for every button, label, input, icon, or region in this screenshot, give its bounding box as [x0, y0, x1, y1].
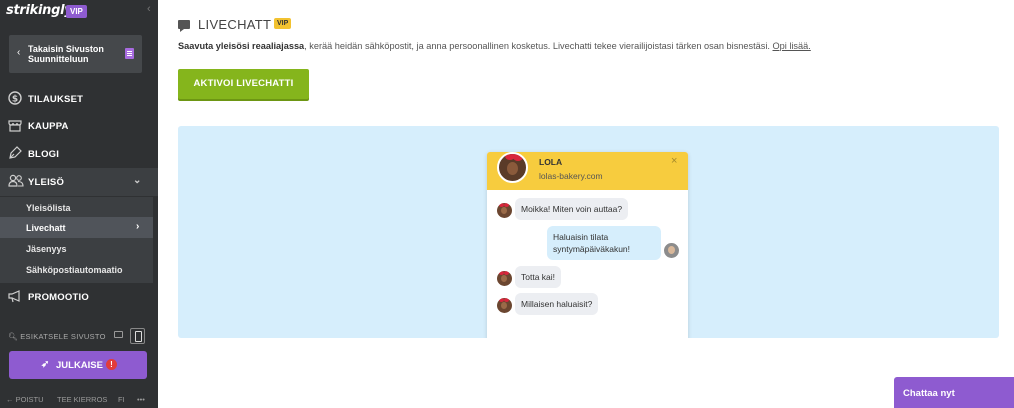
- language-selector[interactable]: FI: [118, 395, 125, 404]
- desktop-preview-icon[interactable]: [114, 331, 123, 338]
- preview-site-text: ESIKATSELE SIVUSTO: [20, 332, 106, 341]
- sidebar-item-email-automation[interactable]: Sähköpostiautomaatio: [0, 259, 153, 280]
- exit-link[interactable]: ← POISTU: [6, 395, 44, 404]
- chat-now-label: Chattaa nyt: [903, 388, 955, 399]
- chevron-down-icon: ⌄: [133, 175, 142, 186]
- chat-message: Millaisen haluaisit?: [515, 293, 599, 315]
- people-icon: [8, 174, 24, 188]
- activate-livechat-button[interactable]: AKTIVOI LIVECHATTI: [178, 69, 309, 99]
- sidebar-item-livechat[interactable]: Livechatt ›: [0, 217, 153, 238]
- nav-item-orders[interactable]: $ TILAUKSET: [0, 85, 158, 113]
- agent-avatar-small: [497, 203, 512, 218]
- learn-more-link[interactable]: Opi lisää.: [773, 41, 811, 51]
- preview-site-row: 🔍︎ ESIKATSELE SIVUSTO: [0, 327, 158, 345]
- page-document-icon: [125, 48, 134, 59]
- preview-site-label: 🔍︎ ESIKATSELE SIVUSTO: [8, 332, 106, 341]
- chat-message-user: Haluaisin tilata syntymäpäiväkakun!: [547, 226, 661, 260]
- sidebar-footer: ← POISTU TEE KIERROS FI •••: [0, 392, 158, 408]
- main-content: LIVECHATT VIP Saavuta yleisösi reaaliaja…: [158, 0, 1014, 408]
- pen-nib-icon: [8, 146, 22, 160]
- sidebar: strikingly VIP ‹ ‹ Takaisin Sivuston Suu…: [0, 0, 158, 408]
- megaphone-icon: [8, 289, 22, 303]
- chat-widget-header: LOLA lolas-bakery.com ×: [487, 152, 688, 190]
- storefront-icon: [8, 118, 22, 132]
- chat-bubble-icon: [178, 20, 190, 32]
- chat-message: Moikka! Miten voin auttaa?: [515, 198, 629, 220]
- nav-label-orders: TILAUKSET: [28, 94, 84, 105]
- sidebar-item-label: Livechatt: [26, 223, 66, 233]
- agent-avatar: [497, 152, 528, 183]
- agent-name: LOLA: [539, 157, 563, 167]
- brand-bar: strikingly VIP ‹: [0, 0, 158, 24]
- chevron-left-icon: ‹: [17, 47, 21, 58]
- agent-avatar-small: [497, 271, 512, 286]
- agent-site: lolas-bakery.com: [539, 171, 603, 181]
- description-bold: Saavuta yleisösi reaaliajassa: [178, 41, 305, 51]
- more-options-icon[interactable]: •••: [137, 395, 145, 404]
- description-text: , kerää heidän sähköpostit, ja anna pers…: [304, 41, 773, 51]
- warning-icon: !: [106, 359, 117, 370]
- chat-now-button[interactable]: Chattaa nyt: [894, 377, 1014, 408]
- take-tour-link[interactable]: TEE KIERROS: [57, 395, 107, 404]
- sidebar-item-audience-list[interactable]: Yleisölista: [0, 197, 153, 218]
- sidebar-item-membership[interactable]: Jäsenyys: [0, 238, 153, 259]
- nav-label-store: KAUPPA: [28, 121, 69, 132]
- collapse-sidebar-icon[interactable]: ‹: [147, 3, 151, 15]
- publish-button[interactable]: ➶ JULKAISE !: [9, 351, 147, 379]
- sidebar-item-label: Jäsenyys: [26, 244, 67, 254]
- svg-text:$: $: [12, 95, 18, 105]
- back-to-editor-button[interactable]: ‹ Takaisin Sivuston Suunnitteluun: [9, 35, 142, 73]
- chat-message: Totta kai!: [515, 266, 562, 288]
- mobile-preview-icon[interactable]: [130, 328, 145, 344]
- sidebar-item-label: Yleisölista: [26, 203, 71, 213]
- dollar-circle-icon: $: [8, 91, 22, 105]
- page-description: Saavuta yleisösi reaaliajassa, kerää hei…: [178, 41, 811, 51]
- strikingly-logo[interactable]: strikingly: [6, 3, 73, 18]
- livechat-preview: LOLA lolas-bakery.com × Moikka! Miten vo…: [178, 126, 999, 338]
- back-to-editor-label: Takaisin Sivuston Suunnitteluun: [28, 44, 104, 64]
- vip-badge: VIP: [66, 5, 87, 18]
- close-icon: ×: [671, 155, 678, 167]
- vip-badge: VIP: [274, 18, 292, 29]
- rocket-icon: ➶: [41, 359, 50, 370]
- user-avatar-small: [664, 243, 679, 258]
- sidebar-item-label: Sähköpostiautomaatio: [26, 265, 123, 275]
- nav-label-audience: YLEISÖ: [28, 177, 65, 188]
- chat-widget-mockup: LOLA lolas-bakery.com × Moikka! Miten vo…: [487, 152, 688, 338]
- nav-item-blog[interactable]: BLOGI: [0, 140, 158, 168]
- nav-label-promotion: PROMOOTIO: [28, 292, 89, 303]
- nav-item-audience[interactable]: YLEISÖ ⌄: [0, 168, 158, 196]
- chevron-right-icon: ›: [136, 221, 140, 232]
- nav-item-store[interactable]: KAUPPA: [0, 112, 158, 140]
- agent-avatar-small: [497, 298, 512, 313]
- nav-item-promotion[interactable]: PROMOOTIO: [0, 283, 158, 311]
- publish-label: JULKAISE: [56, 360, 103, 371]
- nav-label-blog: BLOGI: [28, 149, 60, 160]
- page-title: LIVECHATT: [198, 17, 272, 32]
- audience-submenu: Yleisölista Livechatt › Jäsenyys Sähköpo…: [0, 197, 153, 283]
